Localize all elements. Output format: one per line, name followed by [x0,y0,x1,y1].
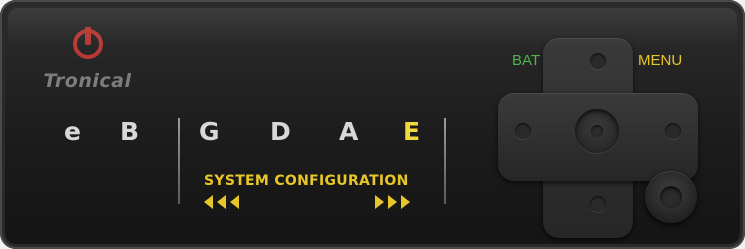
bat-label: BAT [512,52,541,69]
dpad-center-button[interactable] [575,109,619,153]
next-arrow-icon[interactable] [375,195,384,209]
next-arrow-icon[interactable] [401,195,410,209]
system-configuration-label: SYSTEM CONFIGURATION [204,173,409,189]
dpad-up-button[interactable] [590,53,606,69]
tuner-device-panel: Tronical e B G D A E SYSTEM CONFIGURATIO… [0,0,745,249]
prev-arrow-icon[interactable] [204,195,213,209]
prev-arrows[interactable] [204,195,239,213]
menu-label: MENU [638,52,683,69]
string-d[interactable]: D [270,117,291,146]
dpad-left-button[interactable] [515,123,531,139]
next-arrows[interactable] [375,195,410,213]
brand-name: Tronical [43,70,132,92]
round-action-button[interactable] [645,171,697,223]
string-e-high[interactable]: e [64,117,81,146]
prev-arrow-icon[interactable] [230,195,239,209]
string-divider-left [178,118,180,204]
tronical-logo: Tronical [30,22,145,92]
power-logo-icon [73,24,103,59]
next-arrow-icon[interactable] [388,195,397,209]
dpad-down-button[interactable] [590,196,606,212]
string-b[interactable]: B [120,117,139,146]
string-a[interactable]: A [339,117,358,146]
string-g[interactable]: G [199,117,220,146]
string-divider-right [444,118,446,204]
string-e-low[interactable]: E [403,117,420,146]
dpad-right-button[interactable] [665,123,681,139]
prev-arrow-icon[interactable] [217,195,226,209]
